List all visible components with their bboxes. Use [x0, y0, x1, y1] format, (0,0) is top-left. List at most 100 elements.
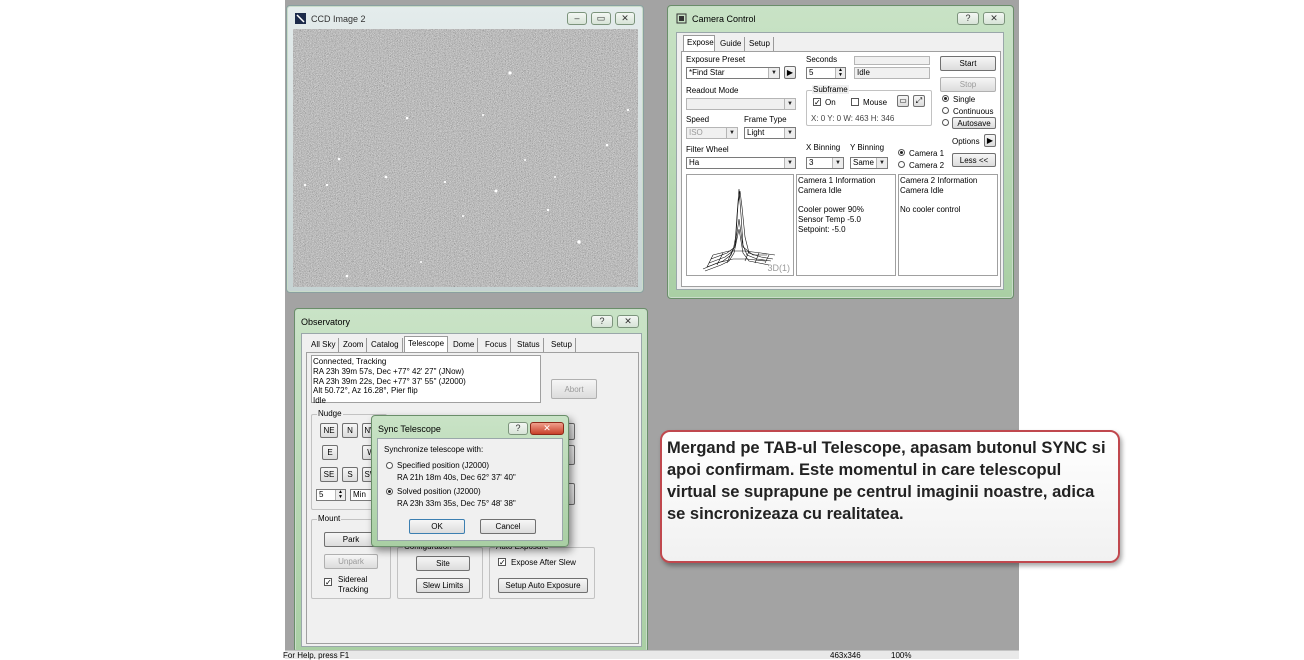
tab-expose[interactable]: Expose [683, 35, 715, 51]
seconds-label: Seconds [806, 55, 838, 64]
exposure-preset-select[interactable]: *Find Star ▼ [686, 67, 780, 79]
help-button[interactable]: ? [508, 422, 528, 435]
ok-button[interactable]: OK [409, 519, 465, 534]
speed-select[interactable]: ISO ▼ [686, 127, 738, 139]
subframe-label: Subframe [812, 85, 849, 94]
close-button[interactable]: ✕ [617, 315, 639, 328]
tab-zoom[interactable]: Zoom [340, 338, 368, 352]
spin-arrows-icon[interactable]: ▲ ▼ [835, 68, 845, 78]
single-radio[interactable] [942, 95, 949, 102]
preset-menu-button[interactable]: ▶ [784, 66, 796, 79]
nudge-se-button[interactable]: SE [320, 467, 338, 482]
camera1-radio[interactable] [898, 149, 905, 156]
tab-focus[interactable]: Focus [482, 338, 511, 352]
ccd-star-field-image[interactable] [293, 29, 638, 287]
camera2-radio[interactable] [898, 161, 905, 168]
solved-position-label: Solved position (J2000) [397, 487, 481, 496]
subframe-expand-icon[interactable]: ⤢ [913, 95, 925, 107]
slew-limits-button[interactable]: Slew Limits [416, 578, 470, 593]
ccd-titlebar[interactable]: CCD Image 2 – ▭ ✕ [293, 10, 637, 28]
tab-all-sky[interactable]: All Sky [308, 338, 340, 352]
continuous-radio[interactable] [942, 107, 949, 114]
sync-dialog-titlebar[interactable]: Sync Telescope ? ✕ [376, 420, 564, 438]
nudge-e-button[interactable]: E [322, 445, 338, 460]
filter-wheel-select[interactable]: Ha ▼ [686, 157, 796, 169]
chevron-down-icon: ▼ [784, 158, 795, 168]
sync-dialog-title: Sync Telescope [378, 424, 441, 434]
nudge-s-button[interactable]: S [342, 467, 358, 482]
y-binning-select[interactable]: Same ▼ [850, 157, 888, 169]
solved-position-coords: RA 23h 33m 35s, Dec 75° 48' 38" [397, 499, 516, 508]
subframe-on-checkbox[interactable]: ✓ [813, 98, 821, 107]
auto-exposure-group: Auto Exposure ✓ Expose After Slew Setup … [489, 542, 595, 599]
y-binning-label: Y Binning [850, 143, 885, 152]
frame-type-value: Light [747, 128, 765, 137]
site-button[interactable]: Site [416, 556, 470, 571]
options-button[interactable]: ▶ [984, 134, 996, 147]
tab-status[interactable]: Status [514, 338, 544, 352]
tab-catalog[interactable]: Catalog [368, 338, 403, 352]
camera2-information: Camera 2 Information Camera Idle No cool… [898, 174, 998, 276]
solved-position-radio[interactable] [386, 488, 393, 495]
camera-control-titlebar[interactable]: Camera Control ? ✕ [674, 10, 1007, 28]
camera-icon [676, 13, 687, 24]
chevron-down-icon: ▼ [784, 99, 795, 109]
expose-after-slew-checkbox[interactable]: ✓ [498, 558, 506, 567]
speed-label: Speed [686, 115, 710, 124]
help-button[interactable]: ? [591, 315, 613, 328]
nudge-unit-value: Min [353, 490, 366, 499]
readout-mode-select[interactable]: ▼ [686, 98, 796, 110]
observatory-titlebar[interactable]: Observatory ? ✕ [301, 313, 641, 331]
specified-position-label: Specified position (J2000) [397, 461, 490, 470]
sync-prompt: Synchronize telescope with: [384, 445, 484, 454]
tab-setup[interactable]: Setup [746, 37, 774, 51]
configuration-group: Configuration Site Slew Limits [397, 542, 483, 599]
close-button[interactable]: ✕ [530, 422, 564, 435]
cancel-button[interactable]: Cancel [480, 519, 536, 534]
tab-guide[interactable]: Guide [717, 37, 746, 51]
sidereal-tracking-checkbox[interactable]: ✓ [324, 578, 332, 587]
mount-label: Mount [317, 514, 342, 523]
camera-control-client: Expose Guide Setup Exposure Preset *Find… [676, 32, 1004, 290]
subframe-group: Subframe ✓ On Mouse ▭ ⤢ X: 0 Y: 0 W: 463… [806, 85, 932, 126]
seconds-field[interactable]: 5 ▲ ▼ [806, 67, 846, 79]
exposure-status-value: Idle [857, 68, 870, 77]
start-button[interactable]: Start [940, 56, 996, 71]
setup-auto-exposure-button[interactable]: Setup Auto Exposure [498, 578, 588, 593]
seconds-value: 5 [809, 68, 814, 77]
readout-mode-label: Readout Mode [686, 86, 739, 95]
subframe-mouse-checkbox[interactable] [851, 98, 859, 106]
unpark-button[interactable]: Unpark [324, 554, 378, 569]
exposure-status-field: Idle [854, 67, 930, 79]
abort-button[interactable]: Abort [551, 379, 597, 399]
single-label: Single [953, 95, 976, 104]
expose-after-slew-label: Expose After Slew [511, 558, 576, 567]
spin-arrows-icon[interactable]: ▲ ▼ [335, 490, 345, 500]
annotation-text: Mergand pe TAB-ul Telescope, apasam buto… [667, 439, 1106, 523]
frame-type-select[interactable]: Light ▼ [744, 127, 796, 139]
close-button[interactable]: ✕ [615, 12, 635, 25]
tab-dome[interactable]: Dome [450, 338, 479, 352]
star-profile-3d-plot: 3D(1) [686, 174, 794, 276]
autosave-button[interactable]: Autosave [952, 117, 996, 129]
minimize-button[interactable]: – [567, 12, 587, 25]
tab-telescope[interactable]: Telescope [404, 336, 449, 352]
subframe-select-icon[interactable]: ▭ [897, 95, 909, 107]
sidereal-tracking-label: Sidereal Tracking [338, 575, 369, 594]
nudge-n-button[interactable]: N [342, 423, 358, 438]
park-button[interactable]: Park [324, 532, 378, 547]
nudge-amount-field[interactable]: 5 ▲ ▼ [316, 489, 346, 501]
tab-setup[interactable]: Setup [548, 338, 576, 352]
nudge-amount-value: 5 [319, 490, 324, 499]
close-button[interactable]: ✕ [983, 12, 1005, 25]
speed-value: ISO [689, 128, 703, 137]
specified-position-radio[interactable] [386, 462, 393, 469]
stop-button[interactable]: Stop [940, 77, 996, 92]
x-binning-select[interactable]: 3 ▼ [806, 157, 844, 169]
autosave-radio[interactable] [942, 119, 949, 126]
nudge-ne-button[interactable]: NE [320, 423, 338, 438]
help-button[interactable]: ? [957, 12, 979, 25]
less-button[interactable]: Less << [952, 153, 996, 167]
camera1-information: Camera 1 Information Camera Idle Cooler … [796, 174, 896, 276]
maximize-button[interactable]: ▭ [591, 12, 611, 25]
